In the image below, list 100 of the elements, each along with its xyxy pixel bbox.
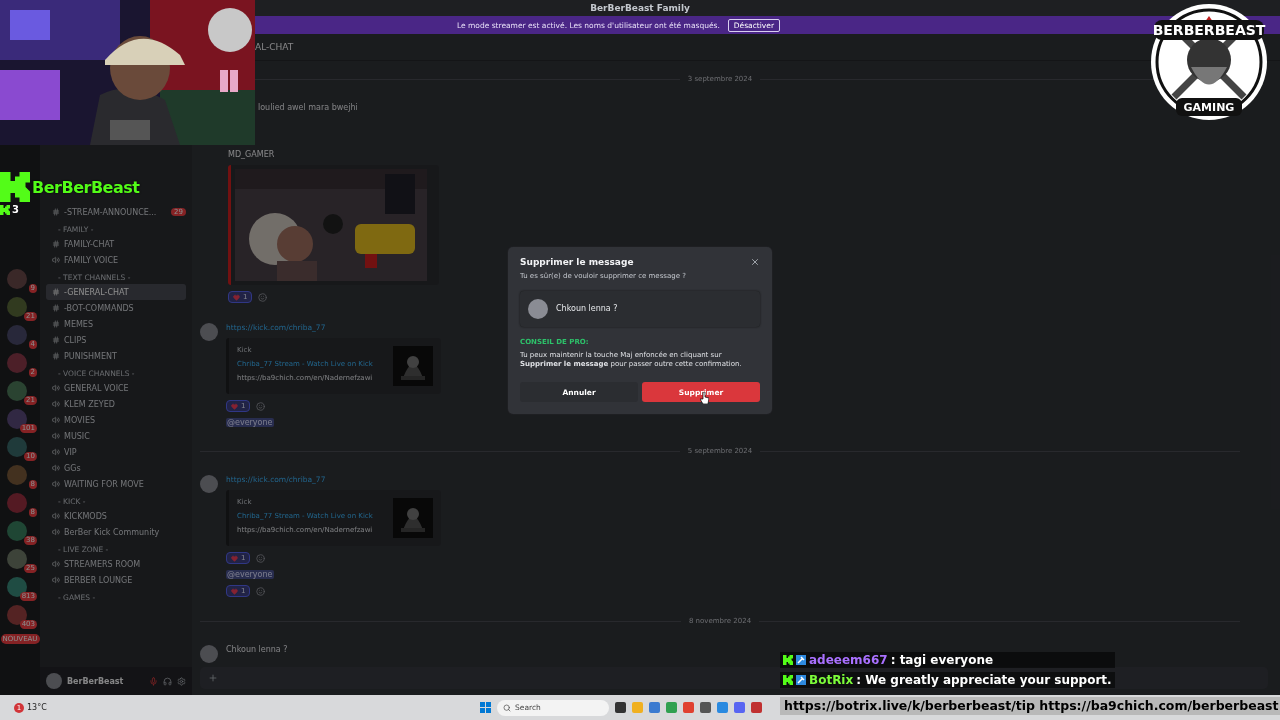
- user-avatar: [46, 673, 62, 689]
- channel-item[interactable]: STREAMERS ROOM: [46, 556, 186, 572]
- channel-item[interactable]: WAITING FOR MOVE: [46, 476, 186, 492]
- server-icon[interactable]: [7, 521, 27, 541]
- speaker-icon: [52, 256, 60, 264]
- kick-logo-icon: [0, 172, 30, 202]
- taskbar-app-icon[interactable]: [649, 702, 660, 713]
- channel-item[interactable]: GENERAL VOICE: [46, 380, 186, 396]
- viewer-count: 3: [12, 204, 19, 215]
- speaker-icon: [52, 432, 60, 440]
- speaker-icon: [52, 416, 60, 424]
- heart-icon: [233, 293, 240, 301]
- chat-message: : We greatly appreciate your support.: [856, 673, 1112, 687]
- taskbar-app-icon[interactable]: [734, 702, 745, 713]
- channel-name: BerBer Kick Community: [64, 527, 161, 537]
- channel-item[interactable]: BerBer Kick Community: [46, 524, 186, 540]
- add-reaction-icon[interactable]: [256, 553, 266, 563]
- channel-name: BERBER LOUNGE: [64, 575, 134, 585]
- hash-icon: [52, 304, 60, 312]
- tip-link-ticker: https://botrix.live/k/berberbeast/tip https://ba9chich.com/berberbeast: [780, 697, 1280, 715]
- server-icon[interactable]: [7, 381, 27, 401]
- channel-item[interactable]: BERBER LOUNGE: [46, 572, 186, 588]
- channel-name: KICKMODS: [64, 511, 108, 521]
- channel-item[interactable]: FAMILY VOICE: [46, 252, 186, 268]
- channel-item[interactable]: FAMILY-CHAT: [46, 236, 186, 252]
- channel-item[interactable]: CLIPS: [46, 332, 186, 348]
- taskbar-app-icon[interactable]: [751, 702, 762, 713]
- taskbar-app-icon[interactable]: [700, 702, 711, 713]
- speaker-icon: [52, 400, 60, 408]
- message-text: Chkoun lenna ?: [556, 304, 618, 314]
- server-icon[interactable]: [7, 493, 27, 513]
- channel-name: CLIPS: [64, 335, 88, 345]
- chat-username: BotRix: [809, 673, 854, 687]
- weather-text[interactable]: 13°C: [27, 703, 47, 712]
- hash-icon: [52, 336, 60, 344]
- channel-name: PUNISHMENT: [64, 351, 118, 361]
- settings-icon[interactable]: [177, 676, 186, 686]
- search-icon: [503, 703, 511, 712]
- mention[interactable]: @everyone: [226, 570, 274, 579]
- channel-name: MUSIC: [64, 431, 91, 441]
- channel-item[interactable]: -GENERAL-CHAT: [46, 284, 186, 300]
- server-icon[interactable]: [7, 549, 27, 569]
- channel-name: -BOT-COMMANDS: [64, 303, 135, 313]
- hash-icon: [52, 352, 60, 360]
- server-icon[interactable]: [7, 297, 27, 317]
- heart-icon: [231, 402, 238, 410]
- channel-item[interactable]: MEMES: [46, 316, 186, 332]
- speaker-icon: [52, 464, 60, 472]
- taskbar-app-icon[interactable]: [615, 702, 626, 713]
- headphones-icon[interactable]: [163, 676, 172, 686]
- speaker-icon: [52, 528, 60, 536]
- close-icon[interactable]: [750, 256, 760, 267]
- speaker-icon: [52, 384, 60, 392]
- message-text: Chkoun lenna ?: [226, 645, 288, 654]
- server-icon[interactable]: [7, 465, 27, 485]
- channel-item[interactable]: GGs: [46, 460, 186, 476]
- microphone-icon[interactable]: [149, 676, 158, 686]
- channel-item[interactable]: -BOT-COMMANDS: [46, 300, 186, 316]
- channel-name: WAITING FOR MOVE: [64, 479, 145, 489]
- user-avatar: [200, 323, 218, 341]
- user-avatar: [528, 298, 548, 319]
- server-icon[interactable]: [7, 353, 27, 373]
- windows-start-icon[interactable]: [480, 702, 491, 713]
- moderator-icon: [796, 655, 806, 665]
- streamer-name: BerBerBeast: [32, 177, 140, 197]
- channel-name: VIP: [64, 447, 78, 457]
- channel-name: FAMILY VOICE: [64, 255, 120, 265]
- channel-item[interactable]: KICKMODS: [46, 508, 186, 524]
- message-author: MD_GAMER: [228, 150, 276, 159]
- kick-icon: [783, 655, 793, 665]
- hash-icon: [52, 208, 60, 216]
- add-reaction-icon[interactable]: [258, 292, 268, 302]
- server-icon[interactable]: [7, 437, 27, 457]
- speaker-icon: [52, 512, 60, 520]
- mention[interactable]: @everyone: [226, 418, 274, 427]
- add-reaction-icon[interactable]: [256, 401, 266, 411]
- chat-username: adeeem667: [809, 653, 888, 667]
- channel-item[interactable]: MOVIES: [46, 412, 186, 428]
- heart-icon: [231, 554, 238, 562]
- kick-icon: [0, 204, 10, 215]
- channel-name: -GENERAL-CHAT: [64, 287, 130, 297]
- channel-item[interactable]: MUSIC: [46, 428, 186, 444]
- speaker-icon: [52, 480, 60, 488]
- channel-item[interactable]: KLEM ZEYED: [46, 396, 186, 412]
- user-avatar: [200, 475, 218, 493]
- hash-icon: [52, 288, 60, 296]
- dialog-title: Supprimer le message: [520, 256, 634, 267]
- hash-icon: [52, 320, 60, 328]
- channel-item[interactable]: PUNISHMENT: [46, 348, 186, 364]
- channel-item[interactable]: VIP: [46, 444, 186, 460]
- message-text: loulied awel mara bwejhi: [258, 103, 358, 112]
- speaker-icon: [52, 448, 60, 456]
- kick-icon: [783, 675, 793, 685]
- speaker-icon: [52, 576, 60, 584]
- channel-name: GENERAL VOICE: [64, 383, 130, 393]
- channel-title: AL-CHAT: [255, 42, 294, 52]
- add-icon[interactable]: [208, 673, 218, 683]
- user-name: BerBerBeast: [67, 676, 125, 686]
- add-reaction-icon[interactable]: [256, 586, 266, 596]
- channel-name: MEMES: [64, 319, 94, 329]
